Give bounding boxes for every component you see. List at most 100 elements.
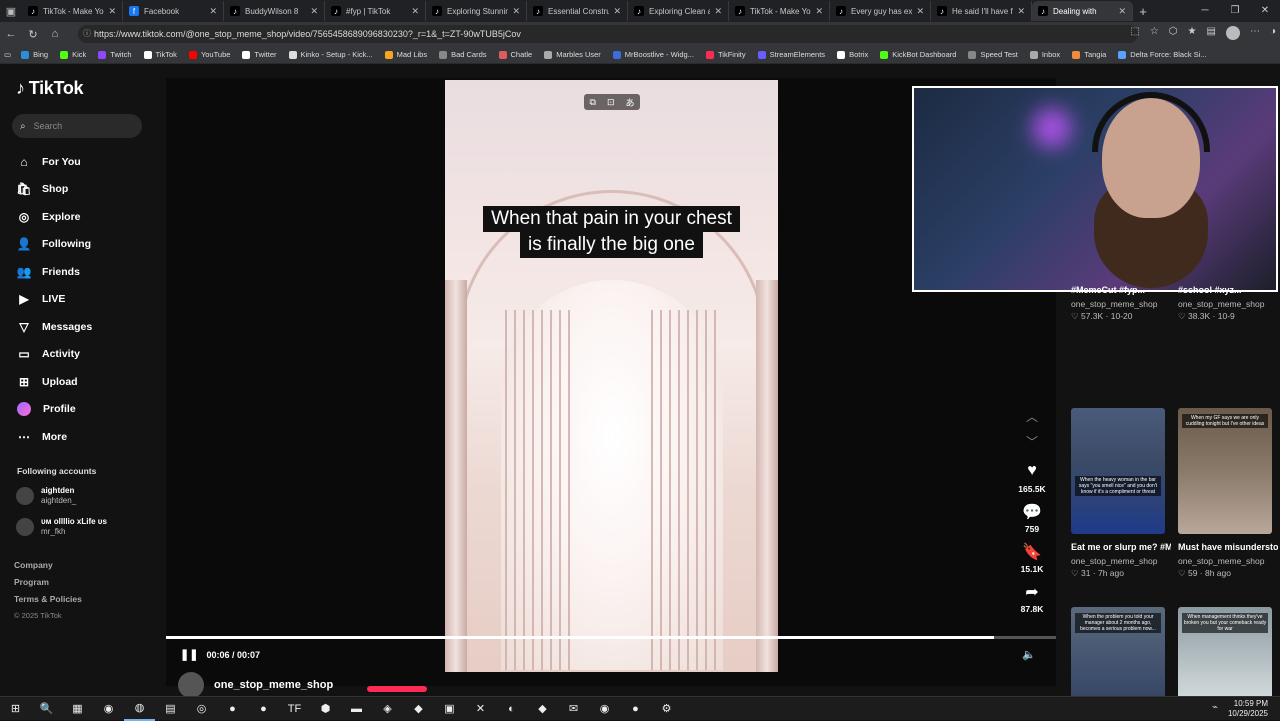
bookmark-item[interactable]: Botrix (837, 50, 868, 59)
tab-close-icon[interactable]: ✕ (411, 6, 419, 17)
nav-item-home[interactable]: ⌂ For You (16, 148, 92, 176)
translate-icon[interactable]: あ (625, 96, 634, 109)
clock[interactable]: 10:59 PM 10/29/2025 (1228, 699, 1268, 719)
taskbar-app-icon[interactable]: ◍ (124, 697, 155, 721)
progress-bar[interactable] (166, 636, 1056, 639)
bookmark-item[interactable]: Speed Test (968, 50, 1018, 59)
taskbar-app-icon[interactable]: ◈ (372, 697, 403, 721)
bookmark-item[interactable]: Tangia (1072, 50, 1106, 59)
video-card[interactable]: When my GF says we are only cuddling ton… (1178, 408, 1278, 579)
bookmark-item[interactable]: Bing (21, 50, 48, 59)
browser-tab[interactable]: ♪ Dealing with ✕ (1032, 1, 1133, 21)
browser-tab[interactable]: ♪ #fyp | TikTok ✕ (325, 1, 426, 21)
taskbar-app-icon[interactable]: ◎ (186, 697, 217, 721)
taskbar-app-icon[interactable]: ◐ (496, 697, 527, 721)
tab-close-icon[interactable]: ✕ (714, 6, 722, 17)
taskbar-app-icon[interactable]: ◉ (589, 697, 620, 721)
apps-icon[interactable]: ▭ (4, 50, 11, 59)
bookmark-item[interactable]: Bad Cards (439, 50, 487, 59)
bookmark-item[interactable]: Kinko - Setup - Kick... (288, 50, 373, 59)
nav-item-live[interactable]: ▶ LIVE (16, 286, 92, 314)
favorites-icon[interactable]: ★ (1188, 26, 1197, 40)
nav-item-shop[interactable]: 🛍 Shop (16, 176, 92, 204)
network-icon[interactable]: ⌁ (1212, 702, 1218, 713)
nav-item-following[interactable]: 👤 Following (16, 231, 92, 259)
browser-tab[interactable]: ♪ Every guy has expe✕ (830, 1, 931, 21)
taskbar-app-icon[interactable]: ⊞ (0, 697, 31, 721)
nav-item-activity[interactable]: ▭ Activity (16, 341, 92, 369)
taskbar-app-icon[interactable]: ▤ (155, 697, 186, 721)
browser-tab[interactable]: ♪ Exploring Stunning ✕ (426, 1, 527, 21)
bookmark-item[interactable]: Twitch (98, 50, 132, 59)
browser-tab[interactable]: ♪ Essential Construc ✕ (527, 1, 628, 21)
copilot-icon[interactable]: ◑ (1270, 26, 1276, 40)
window-menu-icon[interactable]: ▣ (0, 0, 22, 22)
close-window-button[interactable]: ✕ (1250, 0, 1280, 22)
taskbar-app-icon[interactable]: ● (248, 697, 279, 721)
following-account[interactable]: aightden aightden_ (16, 486, 76, 506)
footer-company-link[interactable]: Company (14, 560, 82, 577)
like-button[interactable]: ♥ 165.5K (1012, 462, 1052, 494)
nav-item-friends[interactable]: 👥 Friends (16, 258, 92, 286)
prev-video-icon[interactable]: ︿ (1022, 408, 1042, 425)
bookmark-item[interactable]: MrBoostlive - Widg... (612, 50, 694, 59)
taskbar-app-icon[interactable]: ▦ (62, 697, 93, 721)
tab-close-icon[interactable]: ✕ (1118, 6, 1126, 17)
taskbar-app-icon[interactable]: ◆ (403, 697, 434, 721)
tab-close-icon[interactable]: ✕ (613, 6, 621, 17)
bookmark-item[interactable]: Inbox (1029, 50, 1060, 59)
browser-tab[interactable]: ♪ Exploring Clean an ✕ (628, 1, 729, 21)
taskbar-app-icon[interactable]: ✉ (558, 697, 589, 721)
collections-icon[interactable]: ▤ (1207, 26, 1216, 40)
tab-close-icon[interactable]: ✕ (108, 6, 116, 17)
browser-tab[interactable]: ♪ TikTok - Make You ✕ (22, 1, 123, 21)
profile-avatar[interactable] (1225, 26, 1240, 40)
capture-icon[interactable]: ⊡ (607, 97, 615, 108)
video-card[interactable]: When the problem you told your manager a… (1071, 607, 1171, 696)
bookmark-item[interactable]: Mad Libs (384, 50, 427, 59)
video-frame[interactable]: ⧉ ⊡ あ When that pain in your chest is fi… (445, 80, 778, 672)
bookmark-item[interactable]: TikTok (143, 50, 177, 59)
save-button[interactable]: 🔖 15.1K (1012, 542, 1052, 574)
follow-button[interactable] (367, 686, 427, 692)
nav-item-profile[interactable]: Profile (16, 396, 92, 424)
taskbar-app-icon[interactable]: ⚙ (651, 697, 682, 721)
tab-close-icon[interactable]: ✕ (310, 6, 318, 17)
back-button[interactable]: ← (0, 28, 22, 40)
bookmark-star-icon[interactable]: ☆ (1150, 26, 1159, 40)
minimize-button[interactable]: ─ (1190, 0, 1220, 22)
taskbar-app-icon[interactable]: ◆ (527, 697, 558, 721)
taskbar-app-icon[interactable]: ✕ (465, 697, 496, 721)
bookmark-item[interactable]: TikFinity (705, 50, 746, 59)
taskbar-app-icon[interactable]: 🔍 (31, 697, 62, 721)
bookmark-item[interactable]: Kick (60, 50, 86, 59)
footer-terms-link[interactable]: Terms & Policies (14, 594, 82, 611)
taskbar-app-icon[interactable]: ▣ (434, 697, 465, 721)
new-tab-button[interactable]: + (1133, 4, 1153, 19)
video-card[interactable]: #MemeCut #fyp... one_stop_meme_shop ♡ 57… (1071, 284, 1171, 322)
share-button[interactable]: ➦ 87.8K (1012, 582, 1052, 614)
comment-button[interactable]: 💬 759 (1012, 502, 1052, 534)
footer-program-link[interactable]: Program (14, 577, 82, 594)
url-bar[interactable]: ⓘ https://www.tiktok.com/@one_stop_meme_… (78, 25, 1138, 43)
bookmark-item[interactable]: Delta Force: Black Si... (1118, 50, 1207, 59)
tab-close-icon[interactable]: ✕ (1017, 6, 1025, 17)
taskbar-app-icon[interactable]: ● (620, 697, 651, 721)
taskbar-app-icon[interactable]: ◉ (93, 697, 124, 721)
taskbar-app-icon[interactable]: ▬ (341, 697, 372, 721)
maximize-button[interactable]: ❐ (1220, 0, 1250, 22)
tab-close-icon[interactable]: ✕ (512, 6, 520, 17)
tab-close-icon[interactable]: ✕ (916, 6, 924, 17)
nav-item-messages[interactable]: ▽ Messages (16, 313, 92, 341)
pause-icon[interactable]: ❚❚ (180, 648, 198, 661)
menu-icon[interactable]: ⋯ (1250, 26, 1260, 40)
taskbar-app-icon[interactable]: ⬢ (310, 697, 341, 721)
bookmark-item[interactable]: StreamElements (757, 50, 825, 59)
taskbar-app-icon[interactable]: TF (279, 697, 310, 721)
video-card[interactable]: #school #xyz... one_stop_meme_shop ♡ 38.… (1178, 284, 1278, 322)
following-account[interactable]: ᴜᴍ ollllio xLife ᴜs mr_fkh (16, 517, 107, 537)
video-card[interactable]: When the heavy woman in the bar says "yo… (1071, 408, 1171, 579)
nav-item-upload[interactable]: ⊞ Upload (16, 368, 92, 396)
extensions-icon[interactable]: ⬡ (1169, 26, 1178, 40)
bookmark-item[interactable]: YouTube (188, 50, 230, 59)
